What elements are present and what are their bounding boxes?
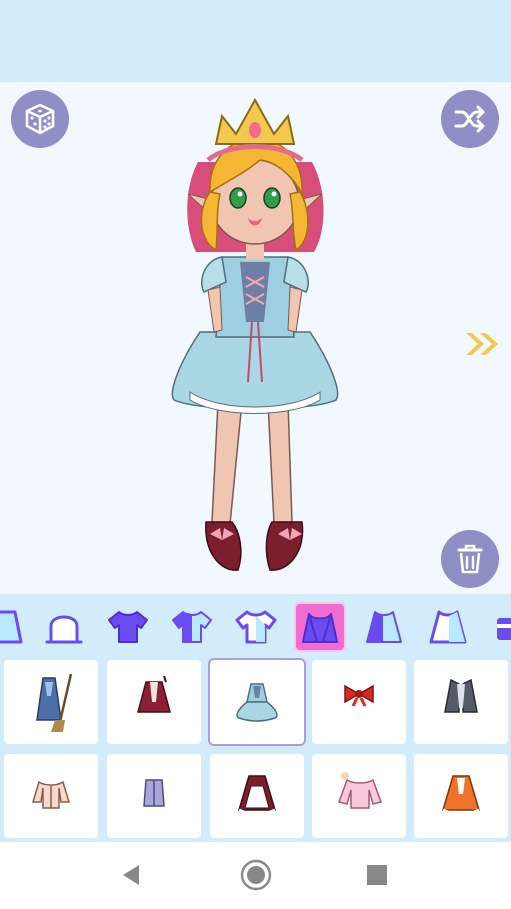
orange-dress-item	[441, 775, 481, 816]
jacket-icon	[235, 610, 277, 644]
category-hood[interactable]	[38, 602, 90, 652]
category-tshirt[interactable]	[102, 602, 154, 652]
witch-dress-broom-item	[36, 673, 73, 732]
random-button[interactable]	[11, 90, 69, 148]
top-bar	[0, 0, 511, 82]
peach-blouse-item	[31, 780, 71, 809]
hood-icon	[45, 615, 83, 644]
top-icon	[497, 618, 511, 640]
dress-up-screen	[0, 0, 511, 909]
trash-icon	[457, 544, 483, 574]
item-pink-blouse[interactable]	[312, 754, 406, 838]
category-dress[interactable]	[294, 602, 346, 652]
shuffle-icon	[454, 105, 485, 133]
item-lavender-vest[interactable]	[107, 754, 201, 838]
back-icon	[123, 865, 139, 885]
maroon-dress-item	[137, 675, 171, 713]
back-button[interactable]	[115, 858, 149, 892]
home-button[interactable]	[239, 858, 273, 892]
item-gray-jacket[interactable]	[414, 660, 508, 744]
clear-button[interactable]	[441, 530, 499, 588]
tshirt-icon	[108, 611, 148, 643]
recents-icon	[367, 865, 387, 885]
item-witch-dress[interactable]	[4, 660, 98, 744]
item-grid	[0, 658, 511, 842]
blue-dress-item	[236, 683, 278, 722]
item-peach-blouse[interactable]	[4, 754, 98, 838]
category-top[interactable]	[486, 602, 511, 652]
coat-icon	[366, 611, 402, 643]
category-bar	[0, 594, 511, 658]
double-chevron-right-icon[interactable]	[462, 330, 504, 358]
item-maid-dress[interactable]	[210, 754, 304, 838]
shirt-icon	[172, 611, 212, 643]
item-orange-dress[interactable]	[414, 754, 508, 838]
category-cape[interactable]	[0, 602, 28, 652]
cape-icon	[0, 610, 23, 644]
maid-dress-item	[237, 775, 277, 816]
lavender-vest-item	[143, 779, 165, 807]
dice-icon	[25, 103, 55, 135]
shuffle-button[interactable]	[441, 90, 499, 148]
item-blue-dress[interactable]	[208, 658, 306, 746]
doll-character	[171, 97, 339, 571]
cardigan-icon	[429, 610, 467, 644]
category-cardigan[interactable]	[422, 602, 474, 652]
category-shirt[interactable]	[166, 602, 218, 652]
recents-button[interactable]	[360, 858, 394, 892]
character-stage	[0, 82, 511, 594]
home-icon	[240, 859, 272, 891]
pink-blouse-item	[338, 772, 382, 809]
dress-icon	[302, 613, 338, 643]
red-bow-item	[344, 684, 374, 707]
item-red-bow[interactable]	[312, 660, 406, 744]
category-jacket[interactable]	[230, 602, 282, 652]
category-coat[interactable]	[358, 602, 410, 652]
system-nav-bar	[0, 842, 511, 909]
item-maroon-dress[interactable]	[107, 660, 201, 744]
gray-jacket-item	[444, 678, 478, 713]
